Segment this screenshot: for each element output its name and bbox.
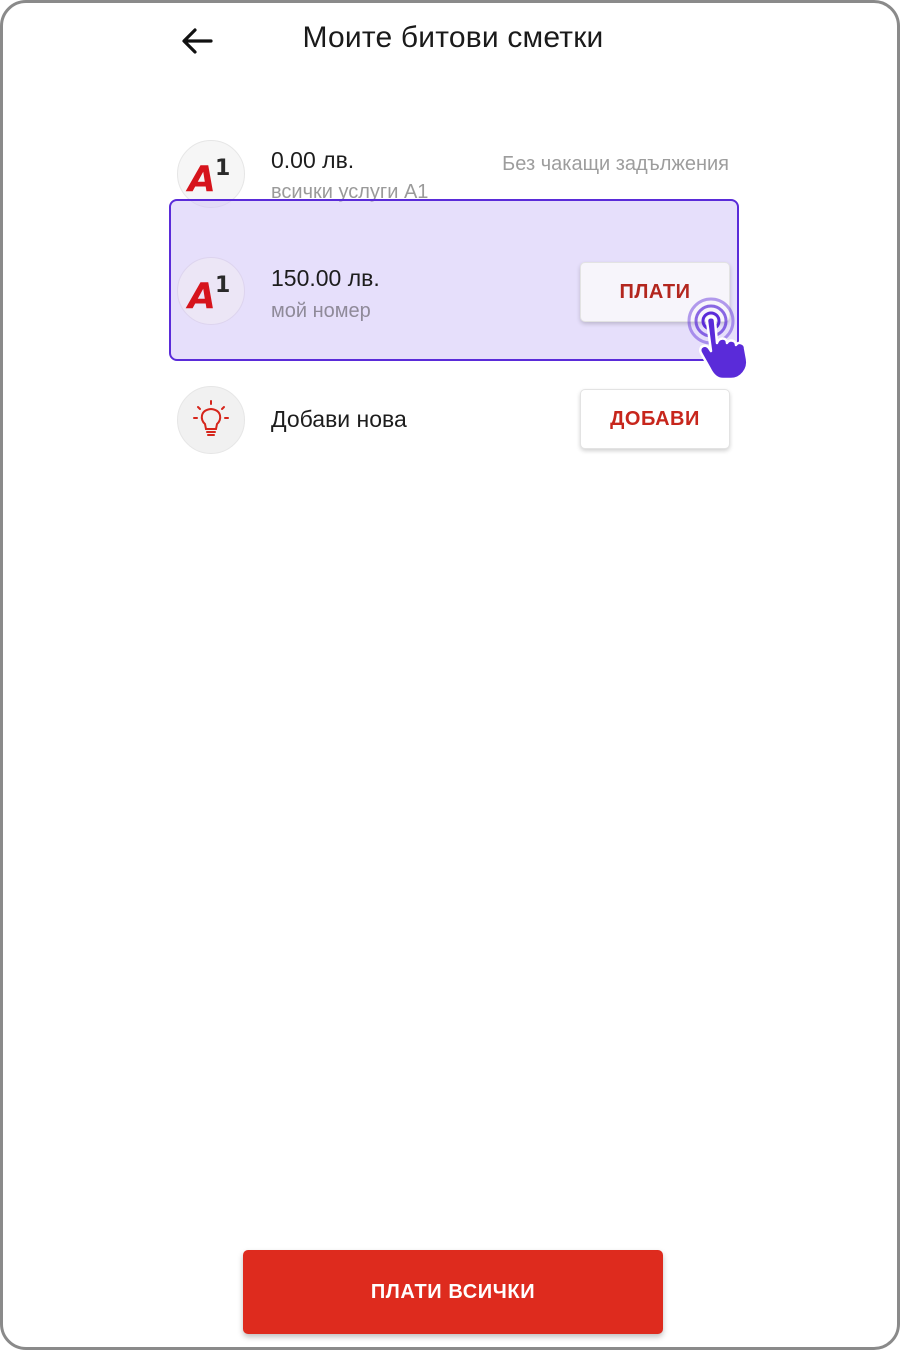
svg-text:1: 1: [215, 273, 230, 298]
status-text: Без чакащи задължения: [502, 153, 729, 175]
add-new-row[interactable]: Добави нова ДОБАВИ: [169, 381, 739, 461]
svg-text:A: A: [185, 276, 216, 314]
account-subtitle: мой номер: [271, 300, 371, 322]
tap-cursor-icon: [687, 297, 749, 381]
app-screen: Моите битови сметки A 1 0.00 лв. всички …: [0, 0, 900, 1350]
page-title: Моите битови сметки: [302, 21, 604, 54]
lightbulb-icon: [177, 386, 245, 454]
a1-logo: A 1: [177, 140, 245, 208]
account-amount: 0.00 лв.: [271, 147, 355, 173]
account-amount: 150.00 лв.: [271, 265, 380, 291]
account-row-highlighted[interactable]: A 1 150.00 лв. мой номер ПЛАТИ: [169, 199, 739, 361]
add-button[interactable]: ДОБАВИ: [580, 389, 730, 449]
pay-all-button[interactable]: ПЛАТИ ВСИЧКИ: [243, 1250, 663, 1334]
svg-text:A: A: [185, 159, 216, 197]
svg-text:1: 1: [215, 156, 230, 181]
a1-logo: A 1: [177, 257, 245, 325]
add-new-label: Добави нова: [271, 406, 407, 432]
